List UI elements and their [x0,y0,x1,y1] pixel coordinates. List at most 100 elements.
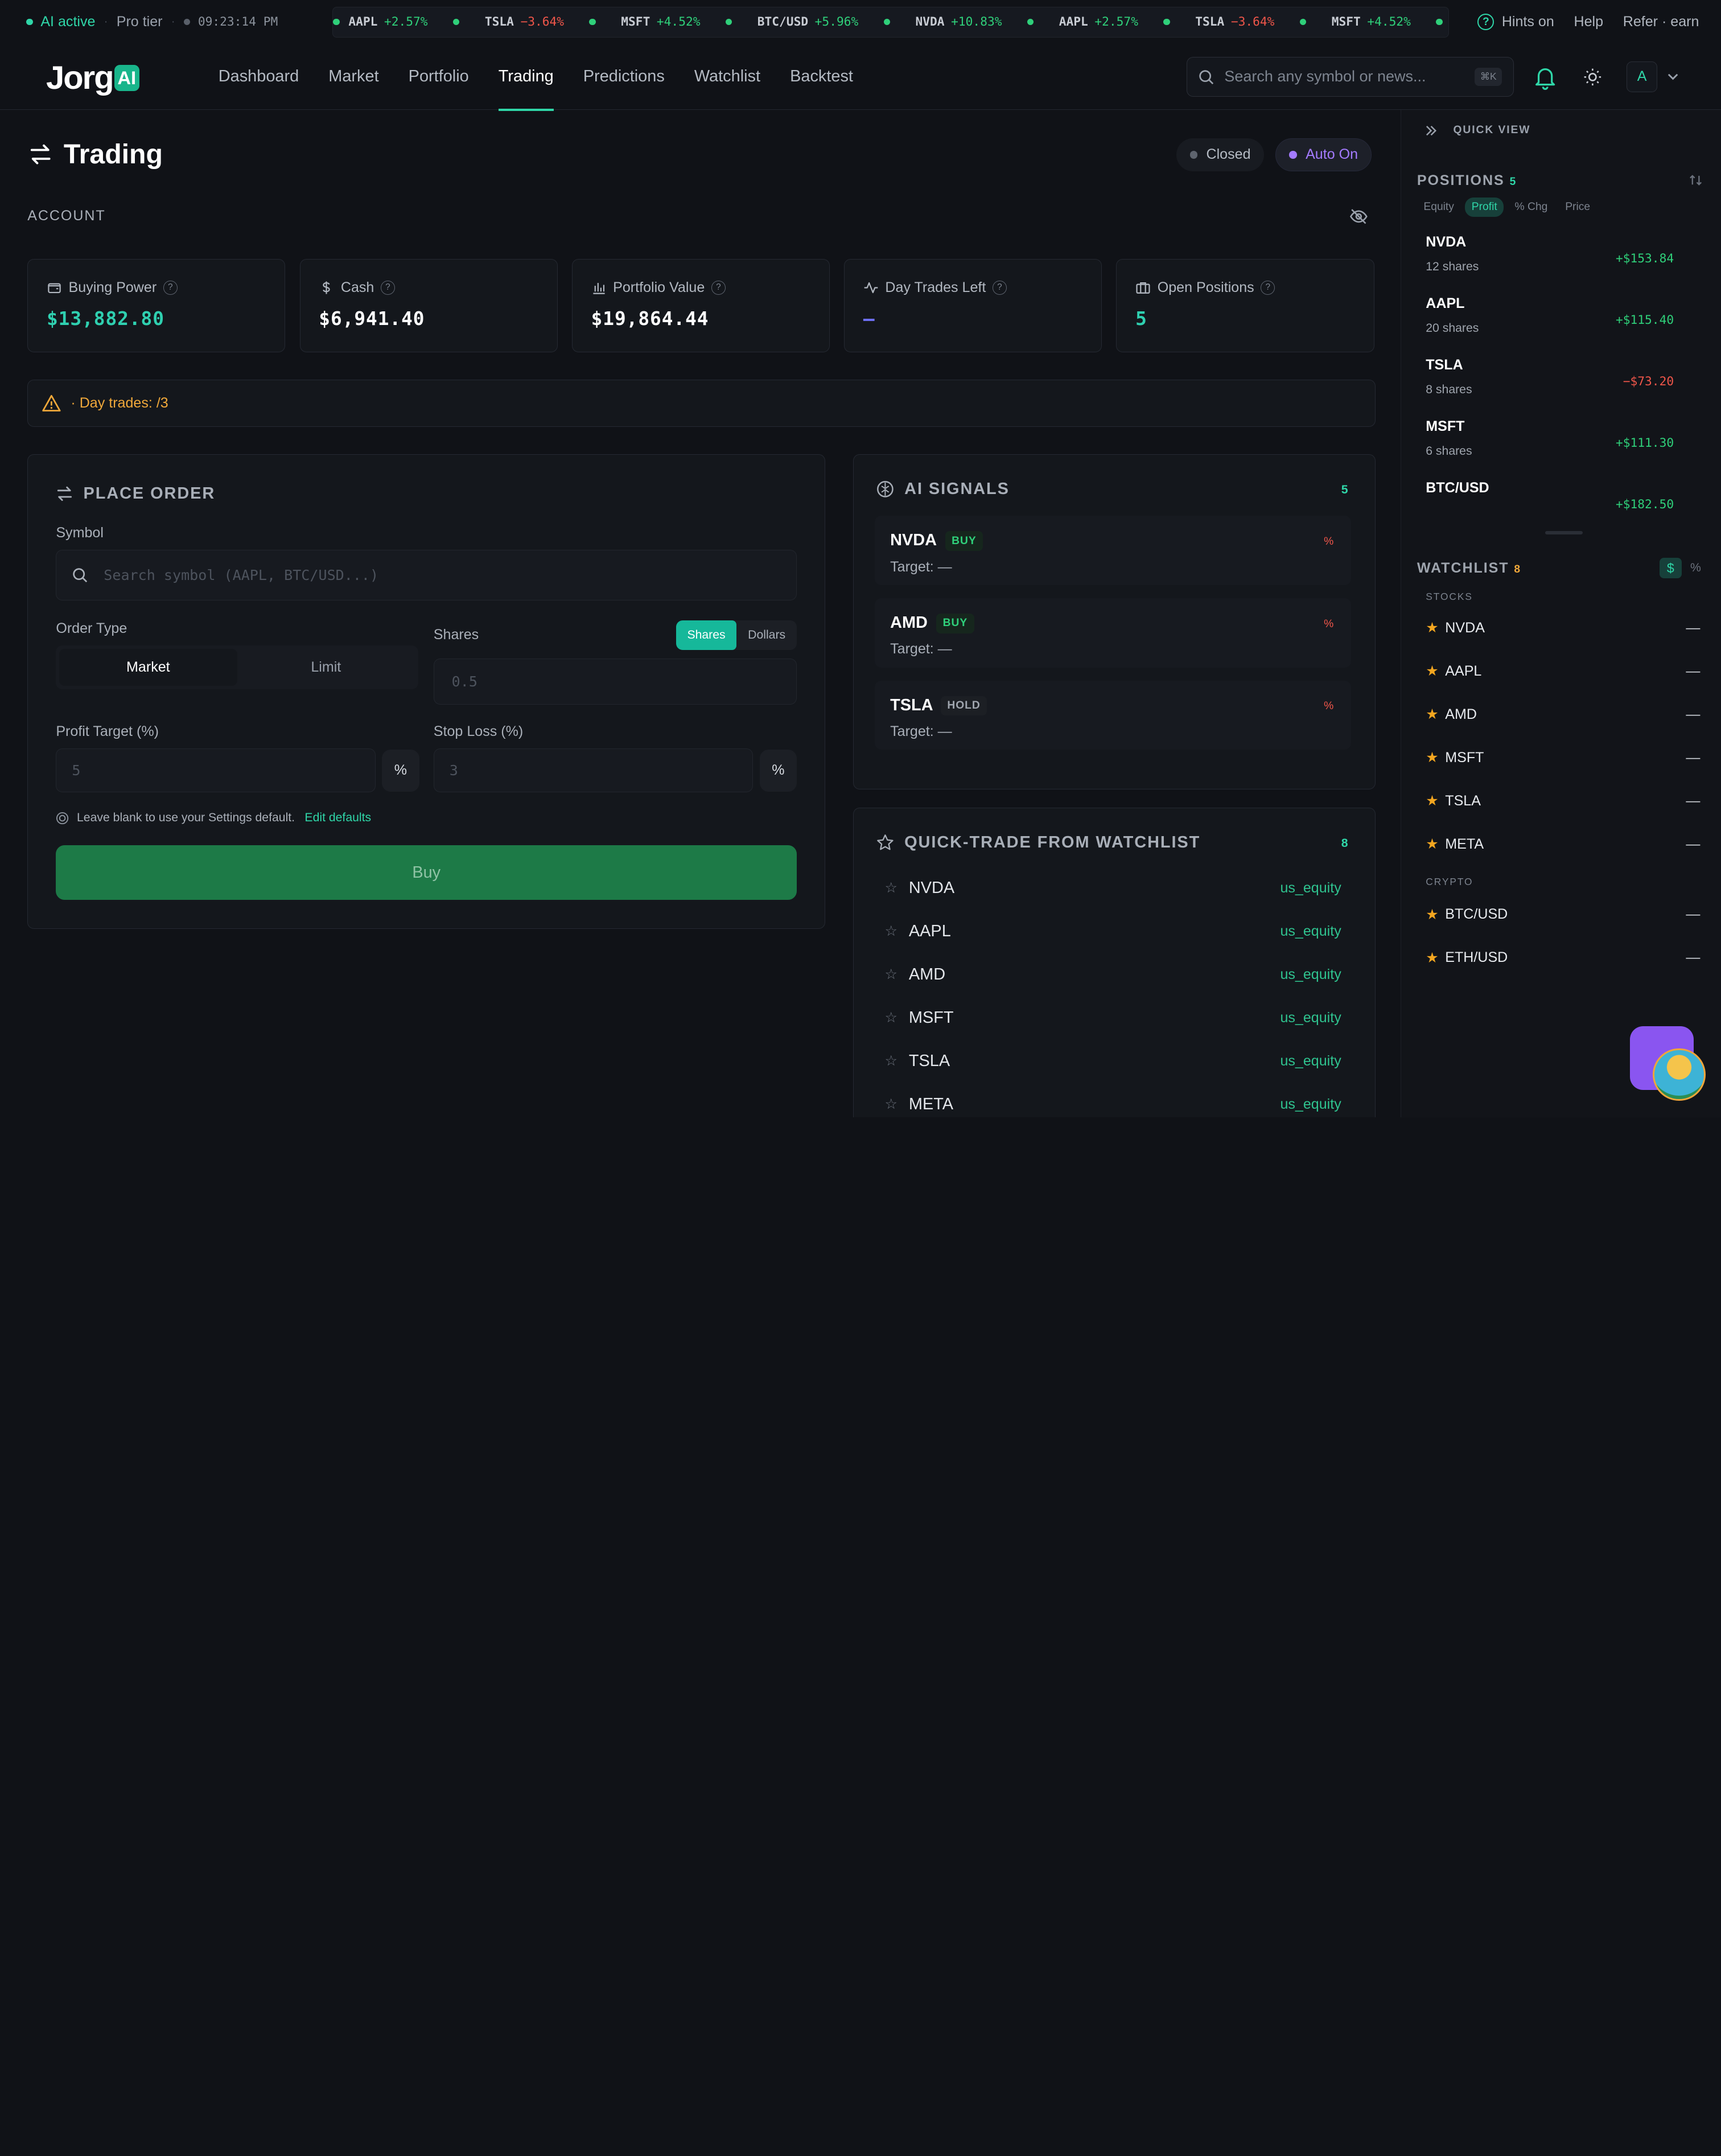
sun-icon[interactable] [1583,67,1603,87]
watchlist-item[interactable]: ★ AAPL — [1426,660,1700,682]
ticker-item[interactable]: NVDA +10.83% [916,15,1034,29]
scrollbar-thumb[interactable] [1545,531,1583,535]
assistant-avatar[interactable] [1653,1048,1706,1101]
unit-shares[interactable]: Shares [676,620,737,650]
quick-trade-row[interactable]: ☆ AMD us_equity [884,962,1341,986]
search-box[interactable]: Search any symbol or news... ⌘K [1186,57,1514,97]
profit-target-input[interactable]: 5 [56,748,376,793]
order-type-limit[interactable]: Limit [237,649,415,686]
ticker-change: +5.96% [814,15,859,30]
star-filled-icon[interactable]: ★ [1426,619,1438,636]
nav-link-trading[interactable]: Trading [498,44,554,111]
nav-link-backtest[interactable]: Backtest [790,44,853,110]
star-filled-icon[interactable]: ★ [1426,663,1438,680]
star-filled-icon[interactable]: ★ [1426,836,1438,853]
ticker-item[interactable]: TSLA −3.64% [1195,15,1307,29]
watchlist-item[interactable]: ★ AMD — [1426,703,1700,726]
ticker-item[interactable]: MSFT +4.52% [1332,15,1443,29]
help-icon[interactable]: ? [380,280,395,295]
watchlist-item[interactable]: ★ BTC/USD — [1426,903,1700,925]
sort-tab-chg[interactable]: % Chg [1508,198,1554,217]
ticker-item[interactable]: BTC/USD +5.96% [757,15,891,30]
watchlist-item[interactable]: ★ META — [1426,833,1700,855]
quick-view-header: QUICK VIEW [1424,124,1530,137]
card-value: $13,882.80 [46,307,164,330]
star-outline-icon[interactable]: ☆ [884,879,900,896]
symbol-search-input[interactable]: Search symbol (AAPL, BTC/USD...) [56,550,797,600]
hints-toggle[interactable]: ? Hints on [1477,14,1554,31]
star-outline-icon[interactable]: ☆ [884,1052,900,1069]
shares-input[interactable]: 0.5 [433,659,797,705]
help-link[interactable]: Help [1574,14,1603,30]
sort-tab-price[interactable]: Price [1559,198,1597,217]
star-filled-icon[interactable]: ★ [1426,749,1438,766]
nav-link-predictions[interactable]: Predictions [583,44,665,110]
unit-dollars[interactable]: Dollars [736,620,797,650]
nav-link-market[interactable]: Market [328,44,378,110]
star-filled-icon[interactable]: ★ [1426,906,1438,923]
sort-tab-equity[interactable]: Equity [1417,198,1461,217]
profit-percent-button[interactable]: % [382,750,419,792]
logo[interactable]: Jorg AI [46,59,139,97]
percent-toggle[interactable]: % [1690,561,1701,575]
sort-tab-profit[interactable]: Profit [1465,198,1504,217]
quick-trade-row[interactable]: ☆ TSLA us_equity [884,1049,1341,1073]
dollar-toggle[interactable]: $ [1660,557,1682,579]
star-outline-icon[interactable]: ☆ [884,923,900,940]
quick-trade-row[interactable]: ☆ NVDA us_equity [884,876,1341,900]
ticker-dot-icon [725,18,732,26]
collapse-icon[interactable] [1424,124,1438,137]
position-item[interactable]: TSLA 8 shares −$73.20 [1426,357,1674,412]
stop-loss-percent-button[interactable]: % [759,750,797,792]
ai-status[interactable]: AI active [26,14,95,30]
ticker-item[interactable]: AAPL +2.57% [348,15,460,30]
refer-link[interactable]: Refer · earn [1623,14,1699,30]
help-icon[interactable]: ? [992,280,1007,295]
clock-time: 09:23:14 PM [197,15,278,30]
eye-off-icon[interactable] [1349,207,1369,227]
position-item[interactable]: BTC/USD +$182.50 [1426,480,1674,534]
help-icon[interactable]: ? [163,280,178,295]
position-pl: +$153.84 [1615,251,1674,266]
ticker-item[interactable]: TSLA −3.64% [485,15,596,29]
ticker-change: +2.57% [384,15,428,30]
edit-defaults-link[interactable]: Edit defaults [304,811,371,825]
buy-button[interactable]: Buy [56,845,797,900]
ticker-item[interactable]: MSFT +4.52% [621,15,732,29]
stop-loss-input[interactable]: 3 [433,748,754,793]
watchlist-item[interactable]: ★ TSLA — [1426,790,1700,812]
bell-icon[interactable] [1532,64,1558,90]
star-outline-icon[interactable]: ☆ [884,1096,900,1113]
position-item[interactable]: AAPL 20 shares +$115.40 [1426,295,1674,350]
signal-card[interactable]: AMD BUY Target: —% [875,598,1352,668]
search-input[interactable]: Search any symbol or news... [1224,68,1464,85]
order-type-market[interactable]: Market [59,648,237,686]
quick-trade-row[interactable]: ☆ MSFT us_equity [884,1006,1341,1030]
crypto-subheader: CRYPTO [1426,876,1473,888]
watchlist-value: — [1686,792,1701,809]
help-icon[interactable]: ? [1261,280,1275,295]
watchlist-item[interactable]: ★ ETH/USD — [1426,947,1700,969]
quick-trade-row[interactable]: ☆ AAPL us_equity [884,919,1341,943]
auto-trade-toggle[interactable]: Auto On [1275,138,1372,171]
nav-link-portfolio[interactable]: Portfolio [409,44,469,110]
signal-card[interactable]: NVDA BUY Target: —% [875,516,1352,585]
sort-icon[interactable] [1689,174,1702,187]
watchlist-item[interactable]: ★ MSFT — [1426,747,1700,769]
watchlist-item[interactable]: ★ NVDA — [1426,617,1700,639]
star-filled-icon[interactable]: ★ [1426,706,1438,723]
star-outline-icon[interactable]: ☆ [884,966,900,983]
user-menu[interactable]: A [1627,61,1679,92]
help-icon[interactable]: ? [711,280,726,295]
star-filled-icon[interactable]: ★ [1426,792,1438,809]
position-item[interactable]: MSFT 6 shares +$111.30 [1426,418,1674,473]
star-outline-icon [877,834,894,850]
nav-link-watchlist[interactable]: Watchlist [694,44,760,110]
signal-card[interactable]: TSLA HOLD Target: —% [875,680,1352,750]
star-outline-icon[interactable]: ☆ [884,1009,900,1026]
position-item[interactable]: NVDA 12 shares +$153.84 [1426,234,1674,289]
star-filled-icon[interactable]: ★ [1426,949,1438,966]
quick-trade-row[interactable]: ☆ META us_equity [884,1092,1341,1116]
ticker-item[interactable]: AAPL +2.57% [1059,15,1170,29]
nav-link-dashboard[interactable]: Dashboard [219,44,299,110]
